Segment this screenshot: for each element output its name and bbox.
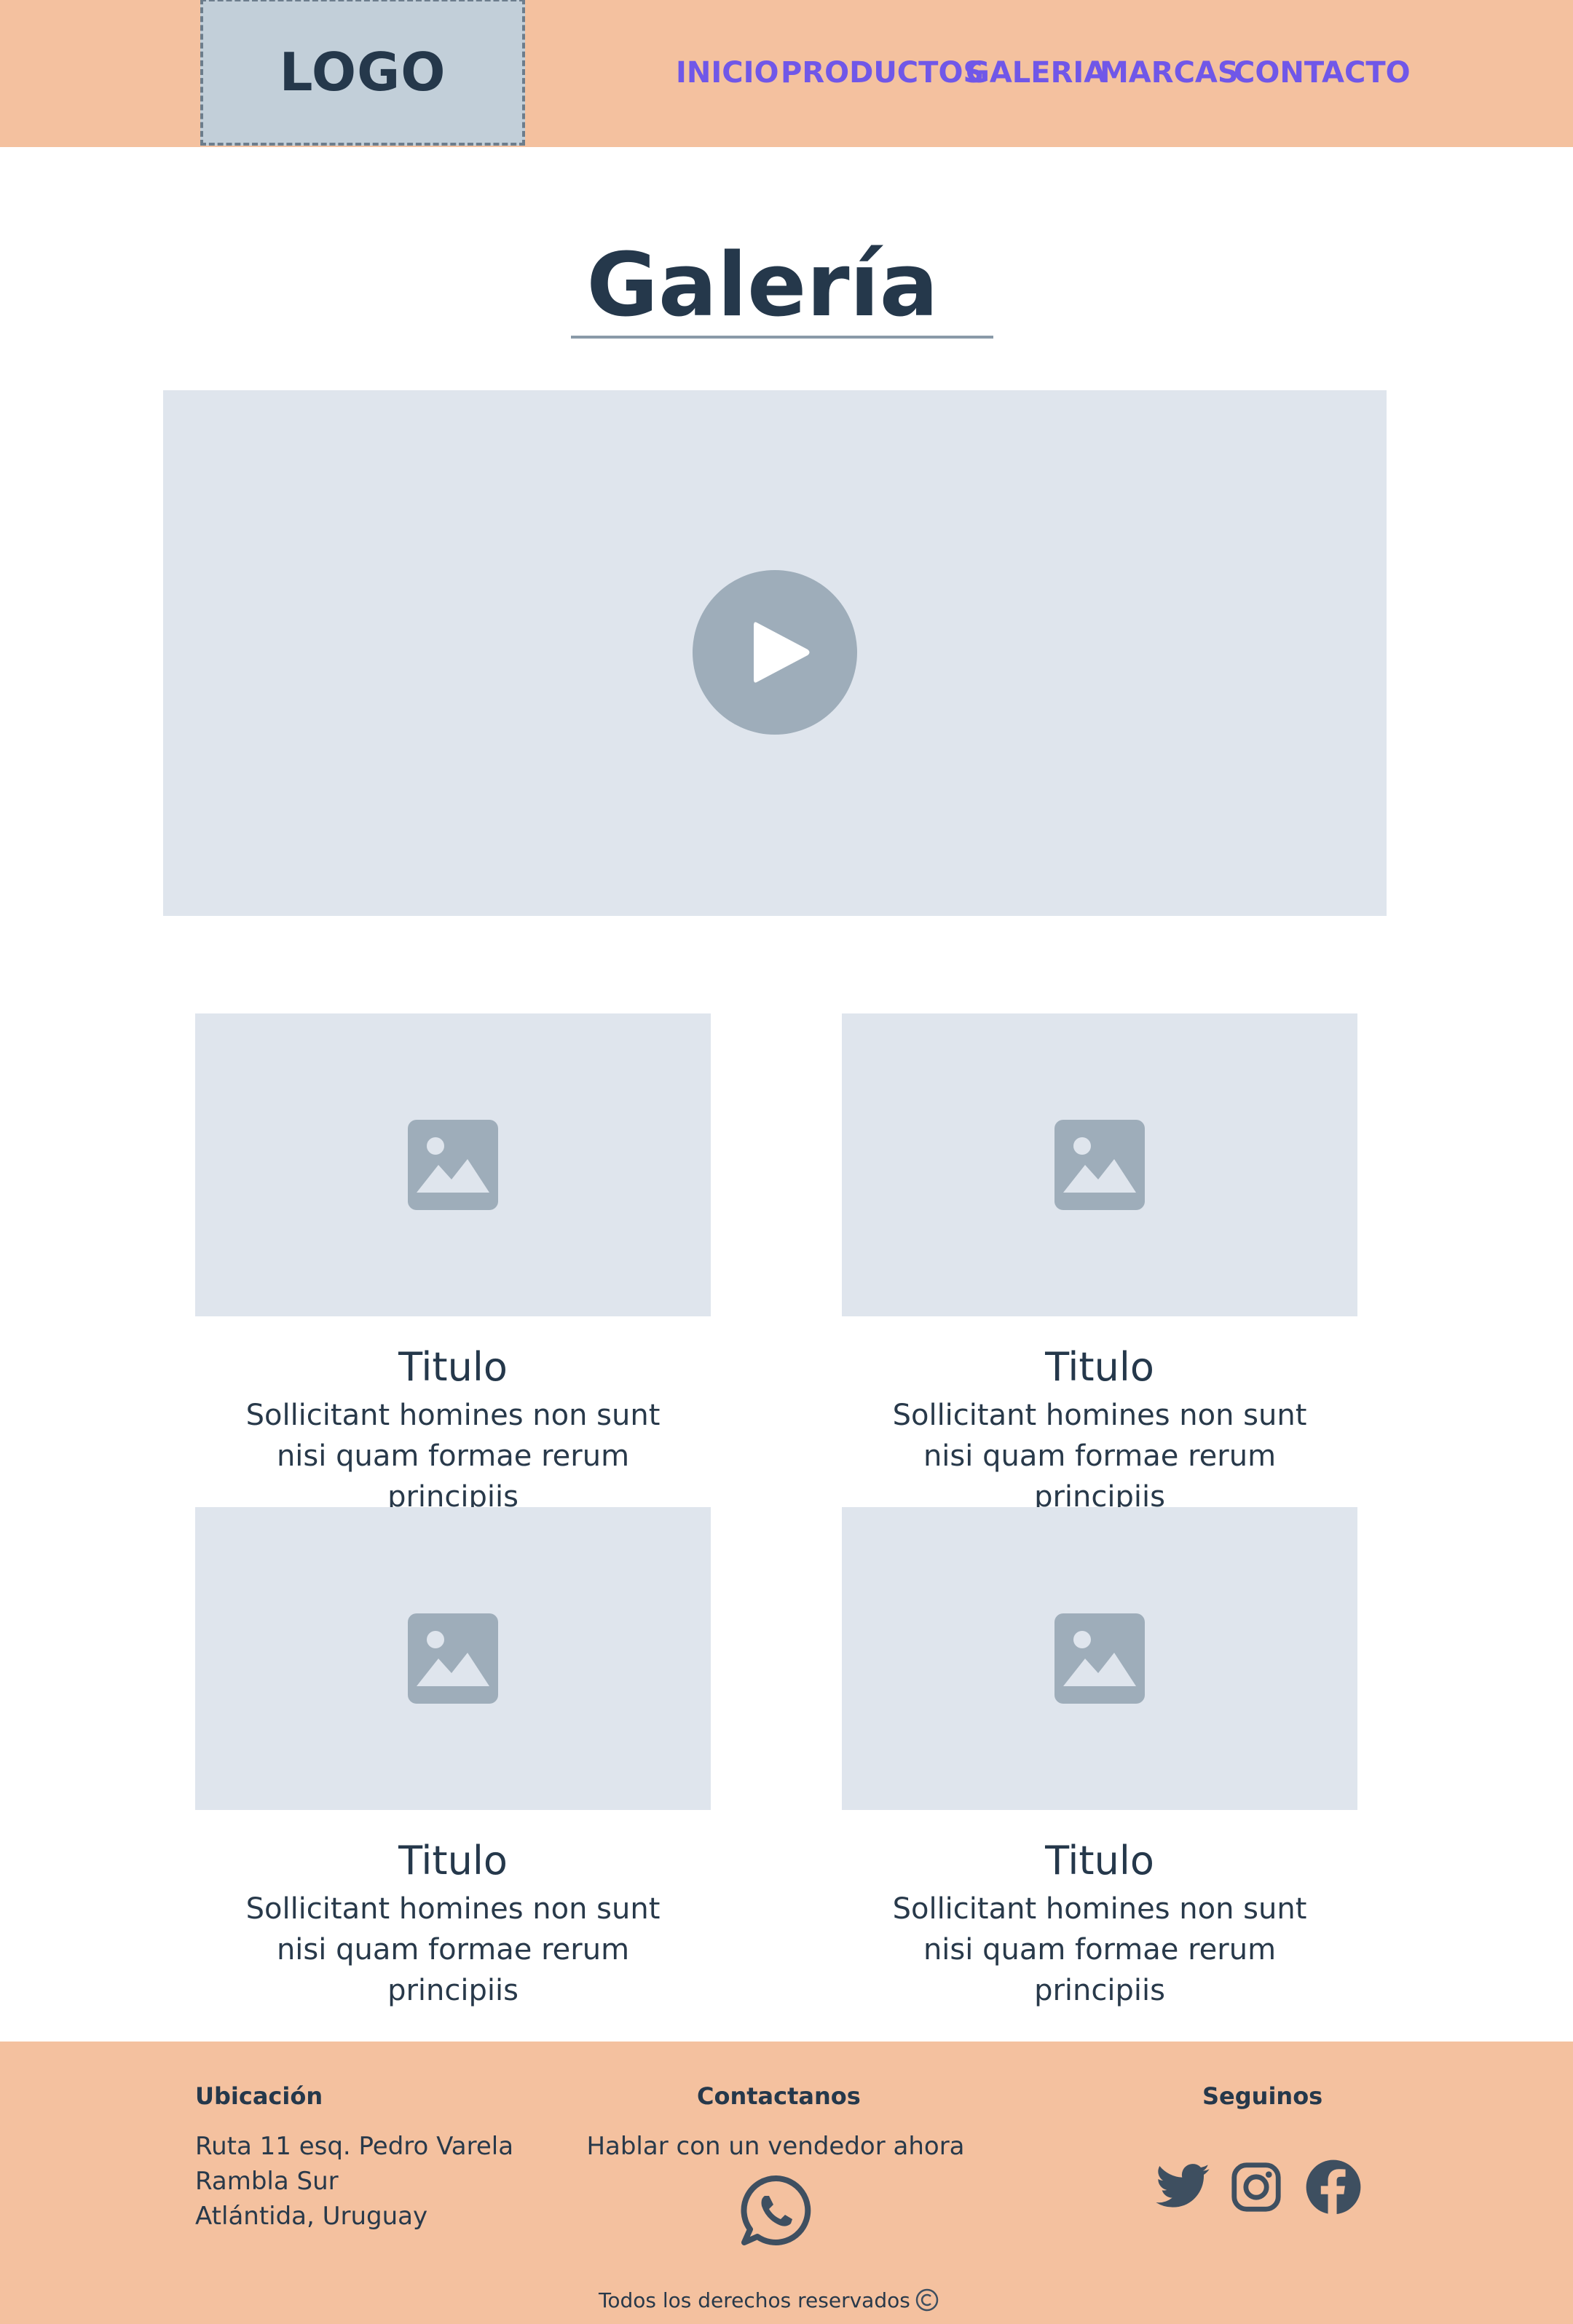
facebook-icon[interactable] xyxy=(1305,2158,1362,2216)
nav-link-galeria[interactable]: GALERIA xyxy=(966,52,1106,93)
gallery-card[interactable]: Titulo Sollicitant homines non sunt nisi… xyxy=(195,1507,711,2011)
image-icon xyxy=(1054,1613,1145,1704)
card-title: Titulo xyxy=(398,1838,508,1884)
twitter-icon[interactable] xyxy=(1154,2158,1212,2216)
site-footer: Ubicación Ruta 11 esq. Pedro Varela Ramb… xyxy=(0,2042,1573,2324)
image-placeholder xyxy=(195,1507,711,1810)
nav-link-marcas[interactable]: MARCAS xyxy=(1100,52,1239,93)
copyright-text: Todos los derechos reservados xyxy=(599,2288,910,2312)
image-icon xyxy=(408,1120,498,1210)
image-icon xyxy=(408,1613,498,1704)
gallery-card[interactable]: Titulo Sollicitant homines non sunt nisi… xyxy=(842,1013,1357,1517)
page-title: Galería xyxy=(586,235,939,336)
logo[interactable]: LOGO xyxy=(200,0,525,146)
follow-heading: Seguinos xyxy=(1202,2082,1323,2110)
title-divider xyxy=(571,336,993,339)
image-icon xyxy=(1054,1120,1145,1210)
address-line: Rambla Sur xyxy=(195,2167,339,2196)
site-header: LOGO INICIO PRODUCTOS GALERIA MARCAS CON… xyxy=(0,0,1573,147)
gallery-card[interactable]: Titulo Sollicitant homines non sunt nisi… xyxy=(842,1507,1357,2011)
video-player[interactable] xyxy=(163,390,1387,916)
nav-link-contacto[interactable]: CONTACTO xyxy=(1234,52,1411,93)
play-icon[interactable] xyxy=(693,570,857,735)
page: LOGO INICIO PRODUCTOS GALERIA MARCAS CON… xyxy=(0,0,1573,2324)
logo-text: LOGO xyxy=(279,42,446,103)
address-line: Atlántida, Uruguay xyxy=(195,2202,428,2231)
image-placeholder xyxy=(842,1507,1357,1810)
location-heading: Ubicación xyxy=(195,2082,323,2110)
contact-heading: Contactanos xyxy=(697,2082,861,2110)
card-description: Sollicitant homines non sunt nisi quam f… xyxy=(892,1892,1307,2007)
nav-link-productos[interactable]: PRODUCTOS xyxy=(781,52,984,93)
image-placeholder xyxy=(842,1013,1357,1316)
card-description: Sollicitant homines non sunt nisi quam f… xyxy=(245,1892,661,2007)
card-title: Titulo xyxy=(1045,1838,1154,1884)
whatsapp-icon[interactable] xyxy=(738,2173,814,2248)
copyright: Todos los derechos reservados xyxy=(599,2288,939,2312)
image-placeholder xyxy=(195,1013,711,1316)
card-description: Sollicitant homines non sunt nisi quam f… xyxy=(892,1399,1307,1514)
card-title: Titulo xyxy=(1045,1344,1154,1390)
instagram-icon[interactable] xyxy=(1229,2158,1283,2216)
card-title: Titulo xyxy=(398,1344,508,1390)
nav-link-inicio[interactable]: INICIO xyxy=(676,52,778,93)
gallery-card[interactable]: Titulo Sollicitant homines non sunt nisi… xyxy=(195,1013,711,1517)
card-description: Sollicitant homines non sunt nisi quam f… xyxy=(245,1399,661,1514)
copyright-icon xyxy=(915,2288,939,2312)
